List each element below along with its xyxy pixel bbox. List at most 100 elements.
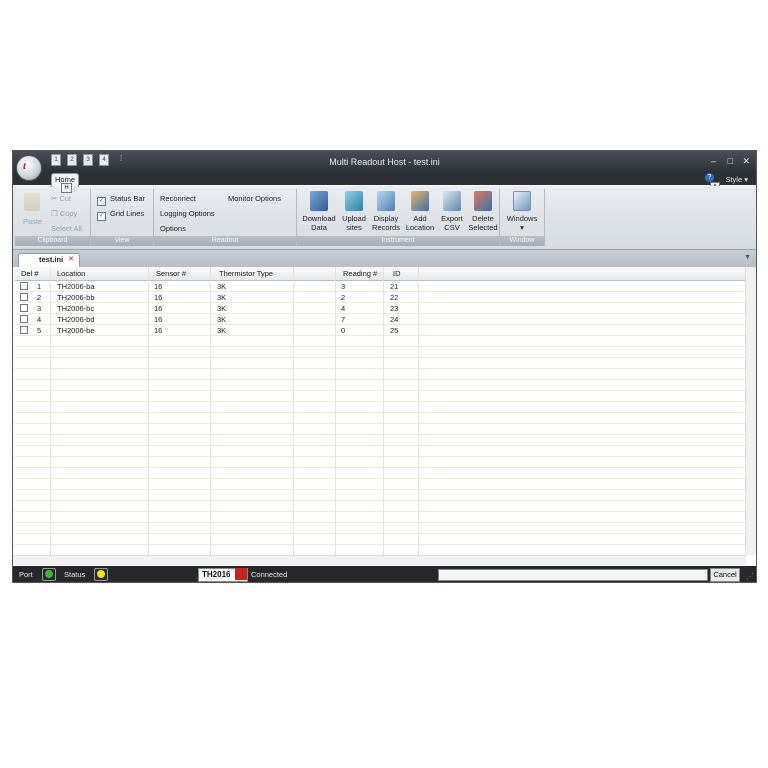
cell-sensor: 16 [154,304,163,313]
help-icon[interactable]: ? [705,173,714,182]
cell-sensor: 16 [154,326,163,335]
cancel-button[interactable]: Cancel [710,568,740,582]
display-records-icon [377,191,395,211]
display-records-label-2: Records [372,223,400,232]
logging-options-button[interactable]: Logging Options [160,209,215,218]
paste-icon [24,193,40,211]
delete-selected-label-2: Selected [468,223,498,232]
cell-del: 1 [37,282,42,291]
readout-group: Reconnect Monitor Options Logging Option… [154,189,297,246]
grid-lines-checkbox[interactable]: ✓ Grid Lines [97,209,144,221]
row-delete-checkbox[interactable] [20,304,28,312]
checkbox-checked-icon: ✓ [97,197,106,206]
empty-row [15,435,745,446]
column-header-reading[interactable]: Reading # [343,269,377,278]
vertical-scrollbar[interactable] [745,267,756,555]
export-csv-icon [443,191,461,211]
column-header-sensor[interactable]: Sensor # [156,269,186,278]
cut-button[interactable]: ✂ Cut [51,194,71,203]
cell-del: 4 [37,315,42,324]
horizontal-scrollbar[interactable] [13,555,746,565]
empty-row [15,402,745,413]
readout-group-label: Readout [154,236,296,246]
status-indicator-light [97,570,105,578]
export-csv-label-1: Export [441,214,463,223]
close-button[interactable]: ✕ [742,156,750,167]
keytip-home: H [61,183,72,193]
title-bar: 1 2 3 4 ⁞ Multi Readout Host - test.ini … [13,151,756,173]
cell-id: 21 [390,282,399,291]
add-location-label-1: Add [413,214,427,223]
paste-button[interactable]: Paste [23,217,42,226]
column-header-thermistor-type[interactable]: Thermistor Type [219,269,273,278]
download-data-button[interactable]: Download Data [301,191,337,232]
maximize-button[interactable]: □ [728,156,733,166]
style-menu[interactable]: Style ▾ [725,175,748,184]
copy-button[interactable]: ❐ Copy [51,209,77,218]
status-bar-checkbox[interactable]: ✓ Status Bar [97,194,145,206]
cell-del: 5 [37,326,42,335]
table-row[interactable]: 5 TH2006-be 16 3K 0 25 [15,325,745,336]
display-records-button[interactable]: Display Records [370,191,402,232]
clipboard-group-label: Clipboard [15,236,90,246]
monitor-options-button[interactable]: Monitor Options [228,194,281,203]
table-row[interactable]: 3 TH2006-bc 16 3K 4 23 [15,303,745,314]
document-tab-test-ini[interactable]: test.ini ✕ [18,253,80,267]
add-location-icon [411,191,429,211]
select-all-button[interactable]: Select All [51,224,82,233]
empty-row [15,523,745,534]
empty-row [15,391,745,402]
delete-selected-button[interactable]: Delete Selected [467,191,499,232]
instrument-group: Download Data Upload sites Display Recor… [297,189,500,246]
cell-reading: 4 [341,304,346,313]
column-header-id[interactable]: ID [393,269,401,278]
cell-reading: 0 [341,326,346,335]
empty-row [15,468,745,479]
table-row[interactable]: 2 TH2006-bb 16 3K 2 22 [15,292,745,303]
upload-sites-button[interactable]: Upload sites [339,191,369,232]
product-logo-icon [235,568,247,580]
checkbox-checked-icon: ✓ [97,212,106,221]
connection-status: Connected [251,570,288,579]
options-button[interactable]: Options [160,224,186,233]
app-logo-icon: t [23,160,27,172]
table-row[interactable]: 4 TH2006-bd 16 3K 7 24 [15,314,745,325]
download-data-label-2: Data [311,223,327,232]
column-header-location[interactable]: Location [57,269,85,278]
empty-row [15,369,745,380]
cell-thermistor: 3K [217,304,227,313]
download-data-label-1: Download [302,214,336,223]
application-menu-button[interactable]: t [16,155,42,181]
table-row[interactable]: 1 TH2006-ba 16 3K 3 21 [15,281,745,292]
copy-icon: ❐ [51,209,60,218]
minimize-button[interactable]: – [711,156,716,166]
ribbon: Paste ✂ Cut ❐ Copy Select All Clipboard … [13,186,756,250]
row-delete-checkbox[interactable] [20,282,28,290]
add-location-button[interactable]: Add Location [403,191,437,232]
grid-lines-label: Grid Lines [110,209,145,218]
column-header-del[interactable]: Del # [21,269,39,278]
document-list-dropdown[interactable]: ▼ [744,254,751,261]
cell-location: TH2006-bd [57,315,95,324]
view-group: ✓ Status Bar ✓ Grid Lines View [91,189,154,246]
empty-row [15,413,745,424]
row-delete-checkbox[interactable] [20,326,28,334]
cell-del: 2 [37,293,42,302]
close-tab-icon[interactable]: ✕ [68,254,74,266]
resize-grip-icon[interactable]: ⋰ [746,572,754,581]
row-delete-checkbox[interactable] [20,293,28,301]
cell-location: TH2006-be [57,326,95,335]
progress-bar [438,569,708,581]
export-csv-button[interactable]: Export CSV [438,191,466,232]
instrument-group-label: Instrument [297,236,499,246]
row-delete-checkbox[interactable] [20,315,28,323]
empty-row [15,501,745,512]
empty-row [15,534,745,545]
reconnect-button[interactable]: Reconnect [160,194,196,203]
windows-button[interactable]: Windows ▾ [502,191,542,232]
empty-row [15,347,745,358]
empty-row [15,358,745,369]
empty-row [15,336,745,347]
add-location-label-2: Location [405,223,435,232]
cell-thermistor: 3K [217,326,227,335]
